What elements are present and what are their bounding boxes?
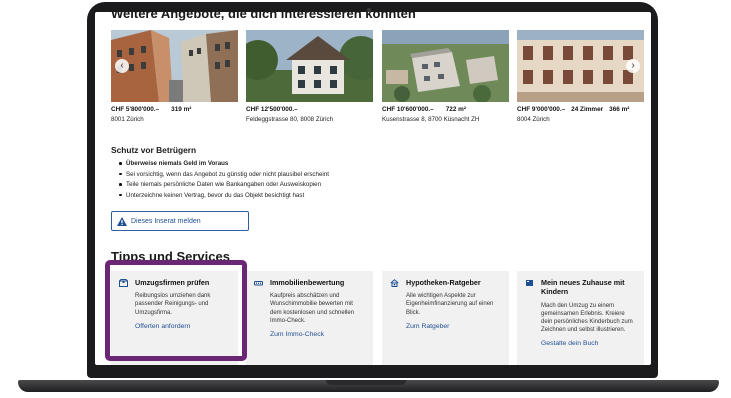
book-icon (526, 280, 533, 286)
listing-price: CHF 12'500'000.– (246, 106, 298, 113)
villa-photo-icon (246, 30, 373, 102)
tip-description: Alle wichtigen Aspekte zur Eigenheimfina… (406, 293, 494, 316)
street-photo-icon (111, 30, 238, 102)
list-item: Teile niemals persönliche Daten wie Bank… (117, 181, 329, 188)
carousel-prev-button[interactable]: ‹ (115, 59, 129, 73)
warning-icon (117, 216, 127, 226)
tip-card-kids-book[interactable]: Mein neues Zuhause mit Kindern Mach den … (517, 271, 644, 365)
listing-card[interactable]: ‹ CHF 5'800'000.– 319 m² 8001 Zürich (111, 30, 238, 123)
tip-card-mortgage[interactable]: Hypotheken-Ratgeber Alle wichtigen Aspek… (382, 271, 509, 365)
tip-card-valuation[interactable]: Immobilienbewertung Kaufpreis abschätzen… (246, 271, 373, 365)
listing-price: CHF 5'800'000.– (111, 106, 160, 113)
list-item: Sei vorsichtig, wenn das Angebot zu güns… (117, 171, 329, 178)
tip-link[interactable]: Gestalte dein Buch (541, 340, 636, 347)
report-listing-button[interactable]: Dieses Inserat melden (111, 211, 249, 231)
aerial-photo-icon (382, 30, 509, 102)
laptop-frame: Weitere Angebote, die dich interessieren… (0, 0, 731, 398)
highlight-frame (105, 260, 247, 361)
tip-link[interactable]: Zum Immo-Check (270, 331, 365, 338)
laptop-notch (326, 380, 406, 385)
carousel-next-button[interactable]: › (626, 59, 640, 73)
listing-area: 366 m² (609, 106, 630, 113)
listing-photo[interactable]: › (517, 30, 644, 102)
listing-card[interactable]: › CHF 9'000'000.– 24 Zimmer 366 m² 8004 Zü… (517, 30, 644, 123)
tip-description: Mach den Umzug zu einem gemeinsamen Erle… (541, 302, 633, 333)
listing-photo[interactable] (246, 30, 373, 102)
list-item: Überweise niemals Geld im Voraus (117, 160, 329, 167)
townhouse-photo-icon (517, 30, 644, 102)
listing-card[interactable]: CHF 10'600'000.– 722 m² Kusenstrasse 8, 8… (382, 30, 509, 123)
listing-photo[interactable] (382, 30, 509, 102)
listing-address: 8004 Zürich (517, 116, 550, 123)
tip-title: Hypotheken-Ratgeber (406, 278, 481, 287)
fraud-tips-list: Überweise niemals Geld im Voraus Sei vor… (117, 160, 329, 202)
listing-address: Kusenstrasse 8, 8700 Küsnacht ZH (382, 116, 480, 123)
fraud-section-title: Schutz vor Betrügern (111, 145, 197, 155)
listing-rooms: 24 Zimmer (571, 106, 604, 113)
listing-address: Feldeggstrasse 80, 8008 Zürich (246, 116, 334, 123)
tip-title: Mein neues Zuhause mit Kindern (541, 278, 625, 297)
tip-title: Immobilienbewertung (270, 278, 345, 287)
tip-description: Kaufpreis abschätzen und Wunschimmobilie… (270, 293, 355, 324)
tip-link[interactable]: Zum Ratgeber (406, 323, 501, 330)
listing-price: CHF 9'000'000.– (517, 106, 566, 113)
mortgage-icon (390, 279, 399, 287)
listing-address: 8001 Zürich (111, 116, 144, 123)
listing-area: 722 m² (445, 106, 466, 113)
listing-price: CHF 10'600'000.– (382, 106, 434, 113)
valuation-icon (254, 281, 263, 286)
list-item: Unterzeichne keinen Vertrag, bevor du da… (117, 192, 329, 199)
listing-card[interactable]: CHF 12'500'000.– Feldeggstrasse 80, 8008… (246, 30, 373, 123)
listing-photo[interactable]: ‹ (111, 30, 238, 102)
listing-area: 319 m² (171, 106, 192, 113)
report-listing-label: Dieses Inserat melden (131, 217, 201, 225)
offers-section-title: Weitere Angebote, die dich interessieren… (111, 12, 416, 21)
